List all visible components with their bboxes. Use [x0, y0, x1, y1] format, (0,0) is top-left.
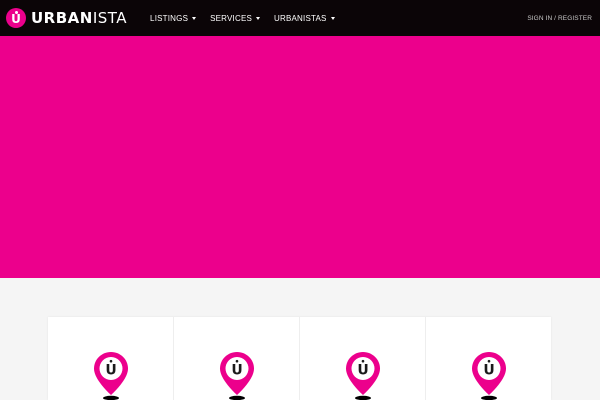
caret-down-icon [330, 16, 335, 20]
map-pin-u-icon: U [345, 352, 380, 400]
nav-urbanistas-dropdown[interactable]: URBANISTAS [274, 14, 335, 23]
caret-down-icon [256, 16, 261, 20]
map-pin-u-icon: U [219, 352, 254, 400]
feature-cards: U U U U [48, 317, 551, 400]
svg-text:U: U [105, 363, 116, 379]
caret-down-icon [192, 16, 197, 20]
sign-in-link[interactable]: SIGN IN [527, 15, 552, 22]
svg-text:U: U [357, 363, 368, 379]
top-navbar: U URBANISTA LISTINGS SERVICES URBANISTAS… [0, 0, 600, 36]
brand-name: URBANISTA [31, 9, 127, 27]
hero-banner [0, 36, 600, 278]
feature-card[interactable]: U [48, 317, 174, 400]
nav-listings-label: LISTINGS [150, 13, 189, 23]
feature-card[interactable]: U [300, 317, 426, 400]
urbanista-u-logo-icon: U [6, 8, 26, 28]
nav-urbanistas-label: URBANISTAS [274, 13, 327, 23]
main-nav: LISTINGS SERVICES URBANISTAS [150, 0, 349, 36]
nav-services-dropdown[interactable]: SERVICES [210, 13, 261, 23]
register-link[interactable]: REGISTER [558, 15, 592, 22]
brand-logo[interactable]: U URBANISTA [6, 8, 127, 28]
svg-text:U: U [231, 363, 242, 379]
nav-listings-dropdown[interactable]: LISTINGS [150, 13, 197, 23]
feature-card[interactable]: U [426, 317, 551, 400]
map-pin-u-icon: U [471, 352, 506, 400]
brand-name-prefix: URBAN [31, 9, 93, 27]
map-pin-u-icon: U [93, 352, 128, 400]
svg-text:U: U [483, 363, 494, 379]
auth-links: SIGN IN / REGISTER [527, 15, 592, 22]
brand-name-suffix: ISTA [92, 9, 128, 27]
feature-card[interactable]: U [174, 317, 300, 400]
nav-services-label: SERVICES [210, 13, 253, 23]
